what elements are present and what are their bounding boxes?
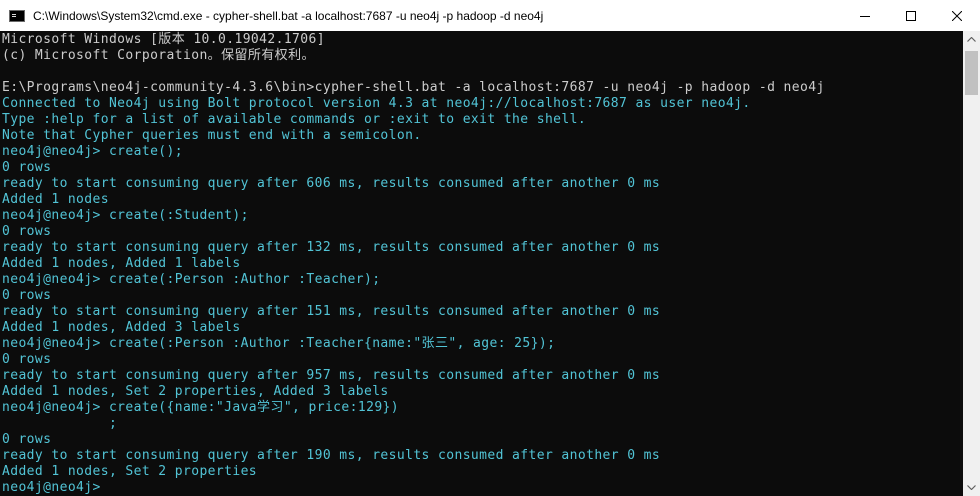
minimize-button[interactable]	[842, 0, 888, 31]
console-icon	[9, 9, 25, 22]
console-line: ;	[2, 416, 118, 431]
console-line: neo4j@neo4j> create({name:"Java学习", pric…	[2, 400, 399, 415]
scroll-down-button[interactable]	[963, 479, 980, 496]
console-line: 0 rows	[2, 288, 52, 303]
console-line: neo4j@neo4j> create(:Person :Author :Tea…	[2, 272, 381, 287]
console-output[interactable]: Microsoft Windows [版本 10.0.19042.1706] (c…	[0, 31, 963, 496]
title-bar[interactable]: C:\Windows\System32\cmd.exe - cypher-she…	[0, 0, 980, 31]
close-button[interactable]	[934, 0, 980, 31]
scroll-thumb[interactable]	[965, 51, 978, 95]
console-line: neo4j@neo4j> create();	[2, 144, 183, 159]
maximize-button[interactable]	[888, 0, 934, 31]
console-line: Added 1 nodes, Set 2 properties	[2, 464, 258, 479]
console-line: Microsoft Windows [版本 10.0.19042.1706]	[2, 32, 325, 47]
console-line: Note that Cypher queries must end with a…	[2, 128, 422, 143]
console-line: Type :help for a list of available comma…	[2, 112, 587, 127]
console-line: 0 rows	[2, 432, 52, 447]
scroll-up-arrow-icon	[967, 37, 976, 42]
console-line: ready to start consuming query after 957…	[2, 368, 661, 383]
console-line: 0 rows	[2, 352, 52, 367]
console-line: neo4j@neo4j> create(:Person :Author :Tea…	[2, 336, 556, 351]
console-line: ready to start consuming query after 132…	[2, 240, 661, 255]
console-line: (c) Microsoft Corporation。保留所有权利。	[2, 48, 315, 63]
console-line: Added 1 nodes	[2, 192, 109, 207]
console-line: Added 1 nodes, Set 2 properties, Added 3…	[2, 384, 389, 399]
console-line: E:\Programs\neo4j-community-4.3.6\bin>cy…	[2, 80, 825, 95]
console-line: Connected to Neo4j using Bolt protocol v…	[2, 96, 751, 111]
console-line: ready to start consuming query after 190…	[2, 448, 661, 463]
scroll-up-button[interactable]	[963, 31, 980, 48]
console-line: 0 rows	[2, 160, 52, 175]
minimize-icon	[860, 15, 870, 17]
window-controls	[842, 0, 980, 31]
console-line: Added 1 nodes, Added 3 labels	[2, 320, 241, 335]
console-line: Added 1 nodes, Added 1 labels	[2, 256, 241, 271]
vertical-scrollbar[interactable]	[963, 31, 980, 496]
close-icon	[952, 10, 962, 21]
scroll-down-arrow-icon	[967, 485, 976, 490]
console-window: C:\Windows\System32\cmd.exe - cypher-she…	[0, 0, 980, 496]
window-title: C:\Windows\System32\cmd.exe - cypher-she…	[33, 8, 544, 23]
maximize-icon	[906, 10, 916, 21]
console-line: 0 rows	[2, 224, 52, 239]
console-line: neo4j@neo4j> create(:Student);	[2, 208, 249, 223]
console-line: ready to start consuming query after 606…	[2, 176, 661, 191]
console-line: neo4j@neo4j>	[2, 480, 101, 495]
console-line: ready to start consuming query after 151…	[2, 304, 661, 319]
